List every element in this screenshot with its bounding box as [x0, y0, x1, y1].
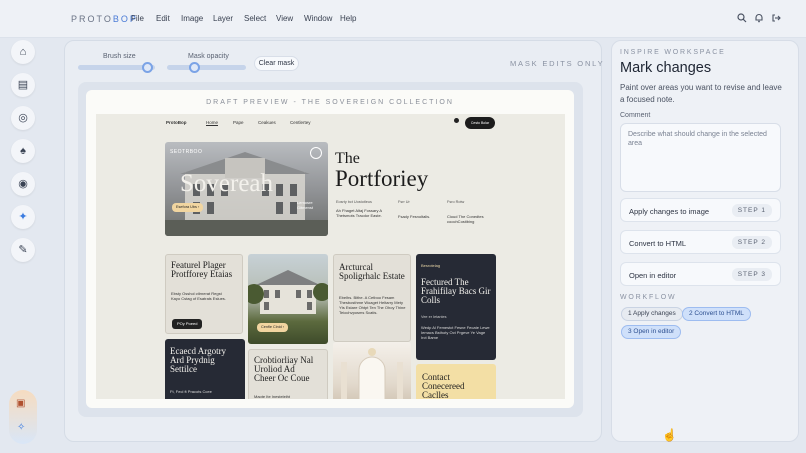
menu-select[interactable]: Select — [244, 14, 266, 23]
mask-opacity-label: Mask opacity — [188, 53, 229, 60]
site-preview[interactable]: ProtoBop Home Pape Ceakues Centlertey Ce… — [96, 114, 565, 399]
action-label: Open in editor — [629, 271, 677, 280]
workflow-label: WORKFLOW — [620, 294, 677, 301]
comment-field[interactable]: Describe what should change in the selec… — [620, 123, 781, 192]
site-card-title: Crobtiorliay Nal Uroliod Ad Cheer Oc Cou… — [254, 355, 314, 383]
action-label: Apply changes to image — [629, 207, 710, 216]
site-card-dark: Ecaecd Argotry Ard Prydnig Settilce Ft, … — [165, 339, 245, 399]
hero-image: SEOTRBOO Sovereah Lemosre Gitmenst Esefo… — [165, 142, 328, 236]
brush-icon[interactable]: ✎ — [11, 238, 35, 262]
menu-bar: PROTOBOP File Edit Image Layer Select Vi… — [0, 0, 806, 38]
site-nav-item: Pape — [233, 120, 244, 125]
villa-button: Cenfle Cinid › — [257, 323, 289, 332]
menu-view[interactable]: View — [276, 14, 293, 23]
site-card-title: Contact Conecereed Caclles — [422, 372, 465, 400]
menu-layer[interactable]: Layer — [213, 14, 233, 23]
app-logo: PROTOBOP — [71, 14, 138, 24]
site-nav-home: Home — [206, 120, 219, 126]
rocket-icon[interactable]: ♠ — [11, 139, 35, 163]
sparkle-icon[interactable]: ✧ — [17, 422, 25, 433]
workflow-chip-apply[interactable]: 1 Apply changes — [621, 307, 683, 321]
clear-mask-button[interactable]: Clear mask — [254, 56, 299, 71]
hero-word: Sovereah — [180, 170, 274, 197]
site-dot-icon — [454, 118, 459, 123]
col-text: Cioud The Conedtes coochCostibing — [447, 214, 484, 224]
apply-changes-button[interactable]: Apply changes to image STEP 1 — [620, 198, 781, 222]
hero-button: Esefora Ubs › — [172, 203, 204, 212]
site-card-title: Ecaecd Argotry Ard Prydnig Settilce — [170, 346, 227, 374]
interior-image — [333, 342, 411, 399]
site-card-title: Arcturcal Spoligrhalc Estate — [339, 262, 405, 281]
hero-menu-icon — [310, 147, 322, 159]
document-icon[interactable]: ▤ — [11, 73, 35, 97]
col-head: Eosrty bct Uostotleus — [336, 200, 372, 204]
hero-caption: Lemosre Gitmenst — [297, 200, 314, 210]
interior-illustration — [341, 348, 403, 399]
col-head: Fsrr Ur — [398, 200, 410, 204]
step-badge: STEP 3 — [731, 268, 772, 281]
preview-title: DRAFT PREVIEW - THE SOVEREIGN COLLECTION — [206, 99, 454, 106]
logout-icon[interactable] — [770, 13, 782, 25]
site-card-title: Fectured The Frahifilay Bacs Gir Colls — [421, 277, 491, 305]
col-head: Fsro Rotw — [447, 200, 465, 204]
site-card-badge: Besrotelag — [421, 263, 441, 268]
mask-mode-badge: MASK EDITS ONLY — [510, 59, 605, 68]
site-card-text: Ebsty Osshol ctlrnerat Regst Kayo Cstag … — [171, 291, 226, 301]
site-card-button: POy Poeed — [172, 319, 203, 329]
site-headline-2: Portforiey — [335, 166, 429, 191]
brush-size-knob[interactable] — [141, 62, 153, 73]
panel-title: Mark changes — [620, 60, 712, 76]
hero-tag: SEOTRBOO — [170, 149, 203, 155]
menu-file[interactable]: File — [131, 14, 144, 23]
menu-help[interactable]: Help — [340, 14, 356, 23]
site-card-title: Featurel Plager Protfforey Etaias — [171, 260, 233, 279]
site-card: Featurel Plager Protfforey Etaias Ebsty … — [165, 254, 243, 334]
open-editor-button[interactable]: Open in editor STEP 3 — [620, 262, 781, 286]
col-text: Ah Fhaget Altaj Fossary A Thetsmots Trac… — [336, 208, 382, 218]
pointer-cursor-icon: ☝ — [662, 428, 677, 442]
workflow-chip-open[interactable]: 3 Open in editor — [621, 325, 682, 339]
site-nav: ProtoBop Home Pape Ceakues Centlertey Ce… — [96, 114, 565, 132]
bell-icon[interactable] — [753, 13, 765, 25]
menu-window[interactable]: Window — [304, 14, 332, 23]
sparkle-icon[interactable]: ✦ — [11, 205, 35, 229]
sidebar-bottom-group: ▣ ✧ — [9, 390, 37, 444]
home-icon[interactable]: ⌂ — [11, 40, 35, 64]
eye-icon[interactable]: ◉ — [11, 172, 35, 196]
villa-image: Cenfle Cinid › — [248, 254, 328, 344]
site-card-button: Vee er Ietantes — [421, 315, 447, 319]
palette-icon[interactable]: ◎ — [11, 106, 35, 130]
site-card-text: Wedp Al Femestct Fesne Fecate Lewe Iemac… — [421, 325, 490, 340]
site-card: Crobtiorliay Nal Uroliod Ad Cheer Oc Cou… — [248, 349, 328, 399]
site-card-text: Maote Ite Inesteleiht — [254, 394, 291, 399]
site-card-dark: Besrotelag Fectured The Frahifilay Bacs … — [416, 254, 496, 360]
menu-edit[interactable]: Edit — [156, 14, 170, 23]
site-card-text: Ebelhs. Bithe. A Cetboo Fesam Thesbosthm… — [339, 295, 406, 315]
site-card: Arcturcal Spoligrhalc Estate Ebelhs. Bit… — [333, 254, 411, 342]
action-label: Convert to HTML — [629, 239, 687, 248]
image-icon[interactable]: ▣ — [16, 398, 25, 409]
site-cta: Cesto Bolar — [465, 117, 495, 129]
search-icon[interactable] — [736, 13, 748, 25]
tool-sidebar: ⌂ ▤ ◎ ♠ ◉ ✦ ✎ ▣ ✧ — [8, 40, 38, 448]
panel-section-label: INSPIRE WORKSPACE — [620, 49, 726, 56]
step-badge: STEP 2 — [731, 236, 772, 249]
site-card-text: Ft, Fecl ft Pracots Ccee — [170, 389, 212, 394]
col-text: Fsady Fesnoltalis. — [398, 214, 431, 219]
mask-opacity-slider[interactable] — [167, 65, 246, 70]
site-brand: ProtoBop — [166, 120, 187, 125]
step-badge: STEP 1 — [731, 204, 772, 217]
workflow-chip-convert[interactable]: 2 Convert to HTML — [682, 307, 751, 321]
menu-image[interactable]: Image — [181, 14, 203, 23]
panel-description: Paint over areas you want to revise and … — [620, 83, 782, 104]
site-nav-item: Centlertey — [290, 120, 311, 125]
comment-label: Comment — [620, 112, 651, 119]
site-card-yellow: Contact Conecereed Caclles — [416, 364, 496, 399]
site-nav-item: Ceakues — [258, 120, 276, 125]
brush-size-label: Brush size — [103, 53, 136, 60]
convert-html-button[interactable]: Convert to HTML STEP 2 — [620, 230, 781, 254]
